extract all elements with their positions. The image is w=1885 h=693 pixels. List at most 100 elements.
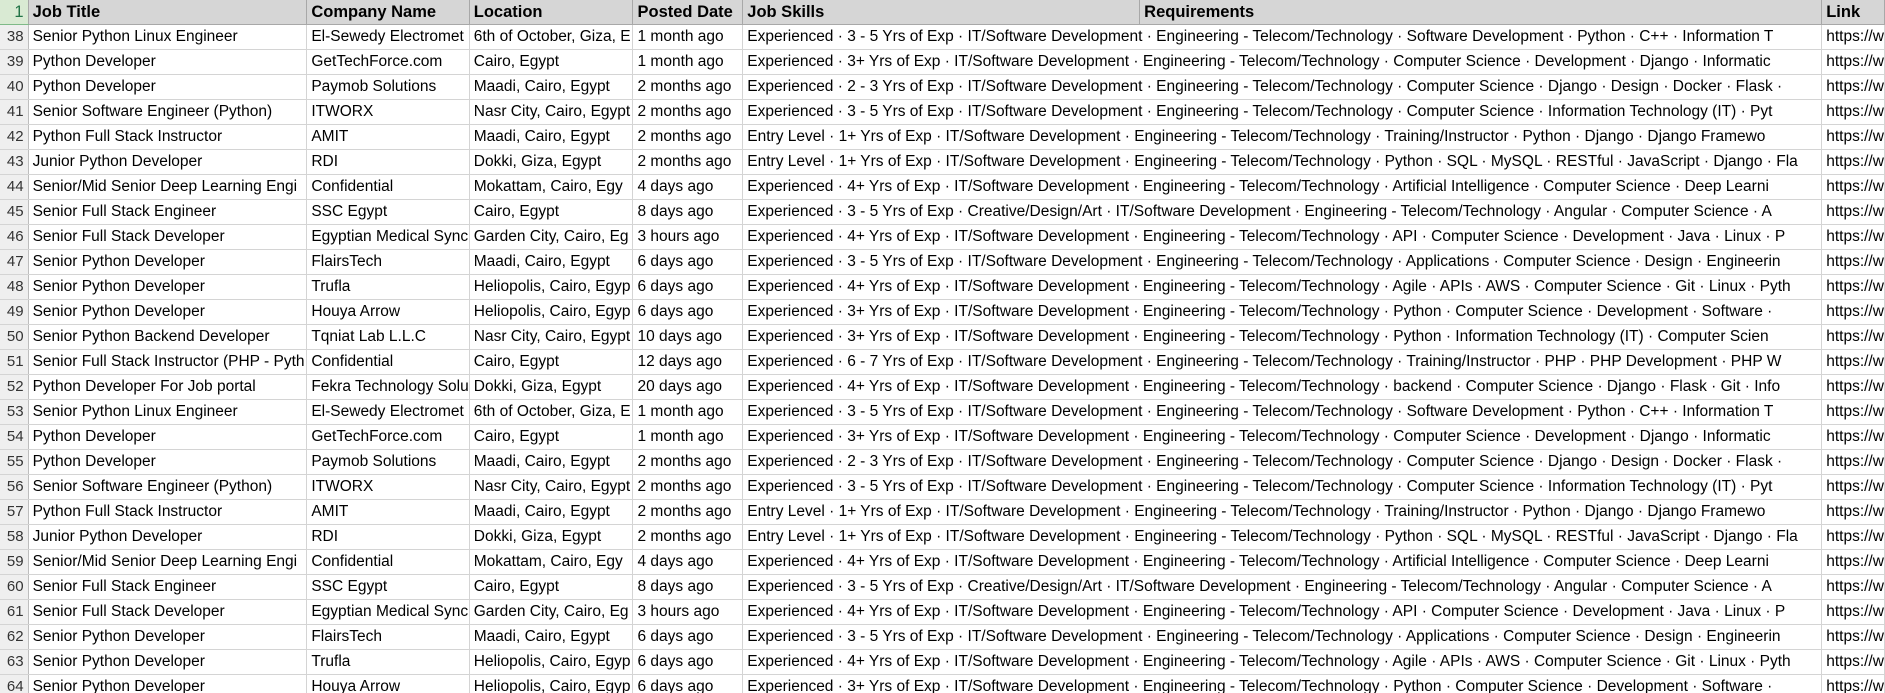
cell-posted-date[interactable]: 4 days ago	[632, 549, 744, 575]
column-header-requirements[interactable]: Requirements	[1139, 0, 1823, 25]
cell-job-skills[interactable]: Entry Level · 1+ Yrs of Exp · IT/Softwar…	[742, 524, 1823, 550]
row-number[interactable]: 39	[0, 49, 29, 75]
cell-link[interactable]: https://w	[1821, 449, 1885, 475]
cell-job-skills[interactable]: Experienced · 4+ Yrs of Exp · IT/Softwar…	[742, 274, 1823, 300]
row-number[interactable]: 60	[0, 574, 29, 600]
row-number[interactable]: 58	[0, 524, 29, 550]
row-number[interactable]: 45	[0, 199, 29, 225]
column-header-link[interactable]: Link	[1821, 0, 1885, 25]
cell-location[interactable]: Maadi, Cairo, Egypt	[469, 449, 634, 475]
cell-company-name[interactable]: Houya Arrow	[306, 299, 470, 325]
cell-company-name[interactable]: AMIT	[306, 499, 470, 525]
row-number[interactable]: 40	[0, 74, 29, 100]
cell-link[interactable]: https://w	[1821, 599, 1885, 625]
cell-job-skills[interactable]: Experienced · 3 - 5 Yrs of Exp · IT/Soft…	[742, 399, 1823, 425]
cell-job-title[interactable]: Python Developer	[28, 424, 308, 450]
cell-posted-date[interactable]: 2 months ago	[632, 124, 744, 150]
cell-link[interactable]: https://w	[1821, 649, 1885, 675]
cell-location[interactable]: Garden City, Cairo, Eg	[469, 599, 634, 625]
cell-link[interactable]: https://w	[1821, 49, 1885, 75]
cell-company-name[interactable]: AMIT	[306, 124, 470, 150]
cell-posted-date[interactable]: 6 days ago	[632, 674, 744, 693]
cell-posted-date[interactable]: 3 hours ago	[632, 224, 744, 250]
row-number[interactable]: 56	[0, 474, 29, 500]
row-number[interactable]: 38	[0, 24, 29, 50]
cell-posted-date[interactable]: 6 days ago	[632, 299, 744, 325]
row-number[interactable]: 46	[0, 224, 29, 250]
cell-job-skills[interactable]: Entry Level · 1+ Yrs of Exp · IT/Softwar…	[742, 149, 1823, 175]
cell-link[interactable]: https://w	[1821, 124, 1885, 150]
cell-company-name[interactable]: El-Sewedy Electromet	[306, 399, 470, 425]
cell-company-name[interactable]: Trufla	[306, 649, 470, 675]
cell-job-skills[interactable]: Experienced · 4+ Yrs of Exp · IT/Softwar…	[742, 649, 1823, 675]
row-number[interactable]: 55	[0, 449, 29, 475]
cell-job-title[interactable]: Python Developer	[28, 449, 308, 475]
cell-job-skills[interactable]: Experienced · 6 - 7 Yrs of Exp · IT/Soft…	[742, 349, 1823, 375]
cell-company-name[interactable]: ITWORX	[306, 474, 470, 500]
cell-company-name[interactable]: ITWORX	[306, 99, 470, 125]
cell-location[interactable]: Maadi, Cairo, Egypt	[469, 249, 634, 275]
cell-posted-date[interactable]: 2 months ago	[632, 474, 744, 500]
cell-link[interactable]: https://w	[1821, 74, 1885, 100]
cell-company-name[interactable]: GetTechForce.com	[306, 424, 470, 450]
cell-job-title[interactable]: Senior Full Stack Developer	[28, 599, 308, 625]
cell-location[interactable]: Nasr City, Cairo, Egypt	[469, 474, 634, 500]
column-header-job-skills[interactable]: Job Skills	[742, 0, 1141, 25]
cell-company-name[interactable]: El-Sewedy Electromet	[306, 24, 470, 50]
cell-link[interactable]: https://w	[1821, 249, 1885, 275]
cell-job-title[interactable]: Python Developer For Job portal	[28, 374, 308, 400]
cell-company-name[interactable]: Trufla	[306, 274, 470, 300]
cell-posted-date[interactable]: 4 days ago	[632, 174, 744, 200]
cell-location[interactable]: Dokki, Giza, Egypt	[469, 374, 634, 400]
cell-job-skills[interactable]: Experienced · 4+ Yrs of Exp · IT/Softwar…	[742, 224, 1823, 250]
cell-link[interactable]: https://w	[1821, 424, 1885, 450]
row-number[interactable]: 57	[0, 499, 29, 525]
cell-company-name[interactable]: Paymob Solutions	[306, 449, 470, 475]
cell-job-title[interactable]: Junior Python Developer	[28, 149, 308, 175]
cell-link[interactable]: https://w	[1821, 549, 1885, 575]
cell-link[interactable]: https://w	[1821, 99, 1885, 125]
cell-posted-date[interactable]: 2 months ago	[632, 149, 744, 175]
row-number-header[interactable]: 1	[0, 0, 29, 25]
column-header-location[interactable]: Location	[469, 0, 634, 25]
row-number[interactable]: 44	[0, 174, 29, 200]
row-number[interactable]: 43	[0, 149, 29, 175]
cell-job-skills[interactable]: Experienced · 3 - 5 Yrs of Exp · IT/Soft…	[742, 474, 1823, 500]
cell-job-title[interactable]: Senior Python Developer	[28, 249, 308, 275]
cell-location[interactable]: Cairo, Egypt	[469, 574, 634, 600]
cell-link[interactable]: https://w	[1821, 474, 1885, 500]
cell-location[interactable]: 6th of October, Giza, E	[469, 399, 634, 425]
cell-location[interactable]: Cairo, Egypt	[469, 424, 634, 450]
cell-job-title[interactable]: Senior Full Stack Instructor (PHP - Pyth	[28, 349, 308, 375]
cell-link[interactable]: https://w	[1821, 674, 1885, 693]
cell-job-title[interactable]: Python Developer	[28, 74, 308, 100]
cell-job-skills[interactable]: Experienced · 3 - 5 Yrs of Exp · IT/Soft…	[742, 624, 1823, 650]
row-number[interactable]: 42	[0, 124, 29, 150]
cell-posted-date[interactable]: 6 days ago	[632, 624, 744, 650]
cell-posted-date[interactable]: 6 days ago	[632, 249, 744, 275]
cell-job-title[interactable]: Senior Full Stack Engineer	[28, 199, 308, 225]
cell-company-name[interactable]: SSC Egypt	[306, 199, 470, 225]
cell-posted-date[interactable]: 20 days ago	[632, 374, 744, 400]
cell-posted-date[interactable]: 6 days ago	[632, 274, 744, 300]
cell-location[interactable]: Dokki, Giza, Egypt	[469, 149, 634, 175]
cell-location[interactable]: Nasr City, Cairo, Egypt	[469, 99, 634, 125]
row-number[interactable]: 49	[0, 299, 29, 325]
cell-link[interactable]: https://w	[1821, 174, 1885, 200]
row-number[interactable]: 59	[0, 549, 29, 575]
cell-job-title[interactable]: Senior Software Engineer (Python)	[28, 99, 308, 125]
cell-posted-date[interactable]: 2 months ago	[632, 449, 744, 475]
cell-job-skills[interactable]: Experienced · 3 - 5 Yrs of Exp · IT/Soft…	[742, 24, 1823, 50]
cell-job-title[interactable]: Python Full Stack Instructor	[28, 499, 308, 525]
cell-posted-date[interactable]: 8 days ago	[632, 199, 744, 225]
cell-location[interactable]: Mokattam, Cairo, Egy	[469, 549, 634, 575]
cell-posted-date[interactable]: 1 month ago	[632, 24, 744, 50]
cell-company-name[interactable]: Confidential	[306, 349, 470, 375]
cell-posted-date[interactable]: 8 days ago	[632, 574, 744, 600]
cell-link[interactable]: https://w	[1821, 349, 1885, 375]
cell-job-title[interactable]: Senior Full Stack Developer	[28, 224, 308, 250]
cell-posted-date[interactable]: 2 months ago	[632, 524, 744, 550]
cell-job-title[interactable]: Senior Python Developer	[28, 274, 308, 300]
cell-location[interactable]: Maadi, Cairo, Egypt	[469, 74, 634, 100]
cell-location[interactable]: Garden City, Cairo, Eg	[469, 224, 634, 250]
